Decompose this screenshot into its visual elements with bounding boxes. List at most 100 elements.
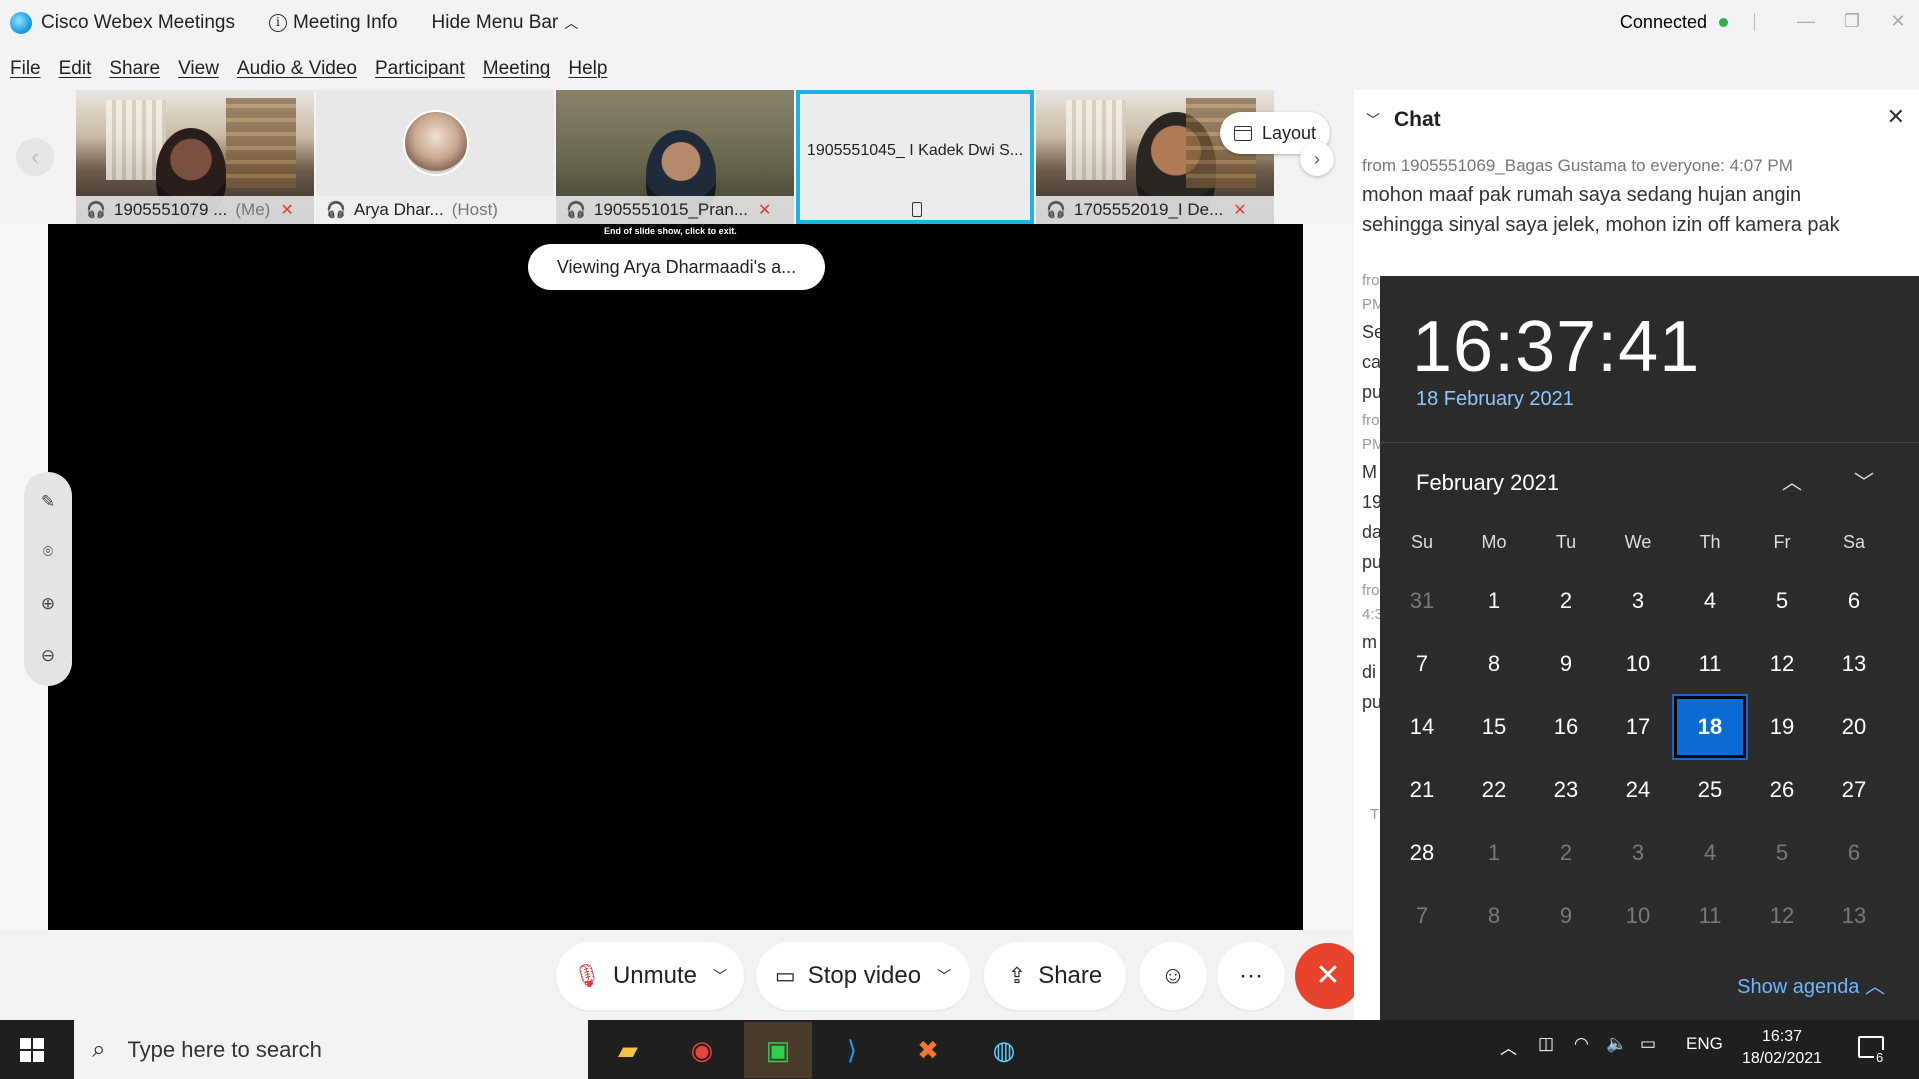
show-agenda-button[interactable]: Show agenda ︿ — [1737, 970, 1885, 999]
participant-tile[interactable]: 🎧 Arya Dhar... (Host) — [316, 90, 554, 224]
reactions-button[interactable]: ☺ — [1139, 942, 1207, 1010]
calendar-day-today[interactable]: 18 — [1672, 694, 1748, 760]
unmute-button[interactable]: 🎙 Unmute ﹀ — [556, 942, 744, 1010]
wifi-icon[interactable]: ◠ — [1574, 1034, 1589, 1054]
calendar-day[interactable]: 16 — [1530, 696, 1602, 758]
close-window-button[interactable]: ✕ — [1878, 6, 1918, 36]
clock-date[interactable]: 18 February 2021 — [1416, 388, 1574, 411]
calendar-day[interactable]: 6 — [1818, 822, 1890, 884]
calendar-day[interactable]: 15 — [1458, 696, 1530, 758]
calendar-day[interactable]: 9 — [1530, 885, 1602, 947]
calendar-day[interactable]: 3 — [1602, 822, 1674, 884]
chevron-down-icon[interactable]: ﹀ — [713, 966, 727, 986]
menu-audio-video[interactable]: Audio & Video — [237, 58, 357, 80]
calendar-day[interactable]: 24 — [1602, 759, 1674, 821]
close-chat-icon[interactable]: ✕ — [1887, 104, 1905, 130]
calendar-day[interactable]: 20 — [1818, 696, 1890, 758]
menu-share[interactable]: Share — [109, 58, 160, 80]
calendar-day[interactable]: 5 — [1746, 570, 1818, 632]
chrome-icon[interactable]: ◉ — [668, 1022, 736, 1078]
battery-icon[interactable]: ▭ — [1640, 1034, 1656, 1054]
previous-month-icon[interactable]: ︿ — [1782, 466, 1802, 495]
calendar-day[interactable]: 13 — [1818, 885, 1890, 947]
chevron-down-icon[interactable]: ﹀ — [937, 966, 951, 986]
menu-view[interactable]: View — [178, 58, 219, 80]
chat-header[interactable]: ﹀ Chat — [1366, 108, 1441, 132]
xampp-icon[interactable]: ✖ — [894, 1022, 962, 1078]
participant-tile[interactable]: 🎧 1705552019_I De... ✕ — [1036, 90, 1274, 224]
chat-fragment: di — [1362, 662, 1377, 682]
calendar-day[interactable]: 26 — [1746, 759, 1818, 821]
vscode-icon[interactable]: ⟩ — [818, 1022, 886, 1078]
annotate-icon[interactable]: ✎ — [24, 492, 72, 512]
taskbar-clock[interactable]: 16:37 18/02/2021 — [1732, 1026, 1832, 1070]
calendar-day[interactable]: 31 — [1386, 570, 1458, 632]
shared-content[interactable] — [48, 224, 1303, 930]
calendar-day[interactable]: 7 — [1386, 633, 1458, 695]
menu-file[interactable]: File — [10, 58, 41, 80]
scroll-right-button[interactable]: › — [1300, 142, 1334, 176]
minimize-button[interactable]: — — [1786, 6, 1826, 36]
calendar-day[interactable]: 10 — [1602, 633, 1674, 695]
menu-edit[interactable]: Edit — [59, 58, 92, 80]
calendar-day[interactable]: 14 — [1386, 696, 1458, 758]
calendar-day[interactable]: 1 — [1458, 570, 1530, 632]
scroll-left-button[interactable]: ‹ — [16, 138, 54, 176]
language-indicator[interactable]: ENG — [1686, 1034, 1723, 1054]
show-hidden-icons-icon[interactable]: ︿ — [1500, 1034, 1517, 1059]
participant-tile-active[interactable]: 1905551045_ I Kadek Dwi S... — [796, 90, 1034, 224]
remote-control-icon[interactable]: ⌾ — [24, 542, 72, 562]
calendar-day[interactable]: 12 — [1746, 885, 1818, 947]
calendar-day[interactable]: 9 — [1530, 633, 1602, 695]
calendar-day[interactable]: 3 — [1602, 570, 1674, 632]
zoom-in-icon[interactable]: ⊕ — [24, 594, 72, 614]
zoom-out-icon[interactable]: ⊖ — [24, 646, 72, 666]
meeting-info-button[interactable]: i Meeting Info — [268, 12, 398, 34]
calendar-day[interactable]: 23 — [1530, 759, 1602, 821]
menu-participant[interactable]: Participant — [375, 58, 465, 80]
more-options-button[interactable]: ··· — [1217, 942, 1285, 1010]
volume-icon[interactable]: 🔈 — [1606, 1034, 1627, 1054]
next-month-icon[interactable]: ﹀ — [1854, 466, 1874, 495]
calendar-day[interactable]: 19 — [1746, 696, 1818, 758]
windows-start-icon[interactable] — [20, 1038, 44, 1062]
line-app-icon[interactable]: ▣ — [744, 1022, 812, 1078]
calendar-day[interactable]: 6 — [1818, 570, 1890, 632]
calendar-day[interactable]: 27 — [1818, 759, 1890, 821]
calendar-day[interactable]: 4 — [1674, 570, 1746, 632]
menu-meeting[interactable]: Meeting — [483, 58, 551, 80]
share-button[interactable]: ⇪ Share — [984, 942, 1126, 1010]
calendar-day[interactable]: 22 — [1458, 759, 1530, 821]
calendar-day[interactable]: 8 — [1458, 633, 1530, 695]
menu-help[interactable]: Help — [568, 58, 607, 80]
calendar-day[interactable]: 10 — [1602, 885, 1674, 947]
calendar-day[interactable]: 2 — [1530, 822, 1602, 884]
emoji-icon: ☺ — [1160, 962, 1186, 989]
calendar-day[interactable]: 1 — [1458, 822, 1530, 884]
calendar-day[interactable]: 13 — [1818, 633, 1890, 695]
maximize-button[interactable]: ❐ — [1832, 6, 1872, 36]
file-explorer-icon[interactable]: ▰ — [594, 1022, 662, 1078]
calendar-day[interactable]: 17 — [1602, 696, 1674, 758]
calendar-day[interactable]: 21 — [1386, 759, 1458, 821]
viewing-banner[interactable]: Viewing Arya Dharmaadi's a... — [528, 244, 825, 290]
participant-tile[interactable]: 🎧 1905551015_Pran... ✕ — [556, 90, 794, 224]
calendar-day[interactable]: 28 — [1386, 822, 1458, 884]
meet-now-icon[interactable]: ◫ — [1538, 1034, 1554, 1054]
taskbar-search-box[interactable]: ⌕ Type here to search — [74, 1020, 588, 1079]
calendar-day[interactable]: 7 — [1386, 885, 1458, 947]
leave-meeting-button[interactable]: ✕ — [1295, 943, 1361, 1009]
calendar-day[interactable]: 5 — [1746, 822, 1818, 884]
calendar-day[interactable]: 11 — [1674, 885, 1746, 947]
calendar-day[interactable]: 11 — [1674, 633, 1746, 695]
calendar-day[interactable]: 25 — [1674, 759, 1746, 821]
calendar-day[interactable]: 4 — [1674, 822, 1746, 884]
stop-video-button[interactable]: ▭ Stop video ﹀ — [756, 942, 970, 1010]
calendar-day[interactable]: 12 — [1746, 633, 1818, 695]
participant-tile[interactable]: 🎧 1905551079 ... (Me) ✕ — [76, 90, 314, 224]
calendar-day[interactable]: 2 — [1530, 570, 1602, 632]
webex-taskbar-icon[interactable]: ◍ — [970, 1022, 1038, 1078]
hide-menu-bar-button[interactable]: Hide Menu Bar ︿ — [432, 12, 579, 34]
month-label[interactable]: February 2021 — [1416, 470, 1559, 496]
calendar-day[interactable]: 8 — [1458, 885, 1530, 947]
